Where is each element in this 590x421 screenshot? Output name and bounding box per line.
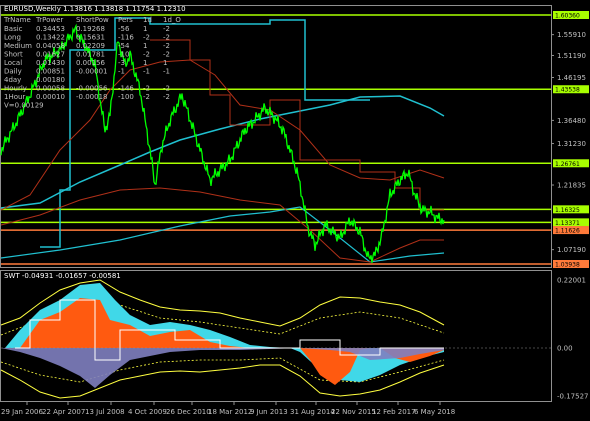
price-label: 1.11626 — [555, 228, 580, 235]
price-scale: 1.60360 1.55910 1.51190 1.46195 1.43538 1.364… — [551, 11, 589, 269]
table-cell: -2 — [163, 34, 170, 42]
price-label: 1.26761 — [555, 161, 580, 168]
indicator-scale-label: 0.00 — [557, 345, 573, 353]
table-cell: -116 — [118, 34, 134, 42]
price-line — [0, 23, 445, 263]
table-cell: -1 — [163, 68, 170, 76]
table-header: Pers — [118, 16, 133, 24]
table-cell: 0.15631 — [76, 34, 105, 42]
table-cell: 1Hour — [4, 93, 25, 101]
indicator-scale: 0.22001 0.00 -0.17527 — [557, 277, 588, 401]
table-cell: -3 — [118, 59, 125, 67]
price-label: 1.07190 — [557, 246, 586, 254]
table-cell: -2 — [163, 51, 170, 59]
table-cell: -2 — [163, 85, 170, 93]
time-label: 26 Dec 2010 — [166, 408, 211, 416]
price-label: 1.60360 — [555, 13, 580, 20]
table-cell: 1 — [143, 25, 147, 33]
price-label: 1.51190 — [557, 52, 586, 60]
table-cell: -2 — [163, 93, 170, 101]
table-cell: Long — [4, 34, 21, 42]
table-cell: -100 — [118, 93, 134, 101]
table-cell: -0.00001 — [76, 68, 107, 76]
table-cell: -1 — [143, 68, 150, 76]
table-cell: -10 — [118, 51, 129, 59]
table-cell: Medium — [4, 42, 32, 50]
time-axis: 29 Jan 2006 22 Apr 2007 13 Jul 2008 4 Oct 2… — [1, 402, 455, 416]
table-cell: 0.01430 — [36, 59, 65, 67]
time-label: 22 Nov 2015 — [331, 408, 376, 416]
time-label: 18 Mar 2012 — [208, 408, 252, 416]
time-label: 9 Jun 2013 — [250, 408, 288, 416]
table-cell: 0.00180 — [36, 76, 65, 84]
table-cell: 0.00851 — [36, 68, 65, 76]
table-cell: -2 — [143, 51, 150, 59]
table-cell: -2 — [163, 42, 170, 50]
time-label: 4 Oct 2009 — [128, 408, 167, 416]
table-cell: 4day — [4, 76, 21, 84]
table-cell: 1 — [143, 59, 147, 67]
price-label: 1.13371 — [555, 220, 580, 227]
table-cell: 0.13422 — [36, 34, 65, 42]
chart-title: EURUSD,Weekly 1.13816 1.13818 1.11754 1.… — [4, 5, 186, 13]
price-label: 1.31230 — [557, 140, 586, 148]
table-cell: -2 — [143, 93, 150, 101]
indicator-scale-label: -0.17527 — [557, 393, 588, 401]
table-cell: -56 — [118, 25, 130, 33]
table-cell: -2 — [143, 34, 150, 42]
table-cell: 0.04058 — [36, 42, 65, 50]
table-cell: 0.01627 — [36, 51, 65, 59]
indicator-scale-label: 0.22001 — [557, 277, 586, 285]
table-cell: 0.00156 — [76, 59, 105, 67]
time-label: 31 Aug 2014 — [290, 408, 335, 416]
time-label: 12 Feb 2017 — [372, 408, 416, 416]
table-cell: -0.00018 — [76, 93, 107, 101]
table-header: 1d — [143, 16, 152, 24]
trend-table: TrName TrPower ShortPow Pers 1d 1d_O Basic 0.34… — [3, 16, 181, 110]
table-cell: Short — [4, 51, 23, 59]
table-cell: 0.00010 — [36, 93, 65, 101]
table-cell: -2 — [143, 85, 150, 93]
table-cell: 0.19268 — [76, 25, 105, 33]
ma-cyan-line — [0, 95, 445, 209]
table-header: TrName — [3, 16, 31, 24]
price-label: 1.21835 — [557, 182, 586, 190]
table-header: TrPower — [35, 16, 63, 24]
price-label: 1.55910 — [557, 31, 586, 39]
time-label: 29 Jan 2006 — [1, 408, 44, 416]
table-cell: Basic — [4, 25, 23, 33]
price-label: 1.16325 — [555, 207, 580, 214]
table-cell: 0.00058 — [36, 85, 65, 93]
table-cell: Hourly — [4, 85, 27, 93]
table-header: 1d_O — [163, 16, 181, 24]
table-cell: 1 — [143, 42, 147, 50]
ma-red-line — [0, 59, 445, 211]
table-cell: -1 — [118, 68, 125, 76]
table-header: ShortPow — [76, 16, 109, 24]
time-label: 13 Jul 2008 — [85, 408, 125, 416]
table-cell: 0.01781 — [76, 51, 105, 59]
table-cell: 0.02209 — [76, 42, 105, 50]
table-cell: Daily — [4, 68, 22, 76]
table-cell: 1 — [163, 59, 167, 67]
ma-cyan-lower — [0, 206, 445, 263]
table-cell: Local — [4, 59, 22, 67]
price-label: 1.36480 — [557, 117, 586, 125]
indicator-title: SWT -0.04931 -0.01657 -0.00581 — [4, 272, 121, 280]
table-cell: -146 — [118, 85, 134, 93]
chart-canvas[interactable]: 29 Jan 2006 22 Apr 2007 13 Jul 2008 4 Oct 2… — [0, 0, 590, 421]
table-footer: V=0.00129 — [4, 102, 44, 110]
table-cell: -0.00056 — [76, 85, 108, 93]
table-cell: -2 — [163, 25, 170, 33]
price-label: 1.43538 — [555, 87, 580, 94]
price-label: 1.03938 — [555, 262, 580, 269]
time-label: 6 May 2018 — [414, 408, 455, 416]
price-label: 1.46195 — [557, 74, 586, 82]
time-label: 22 Apr 2007 — [42, 408, 85, 416]
table-cell: -54 — [118, 42, 130, 50]
table-cell: 0.34453 — [36, 25, 65, 33]
